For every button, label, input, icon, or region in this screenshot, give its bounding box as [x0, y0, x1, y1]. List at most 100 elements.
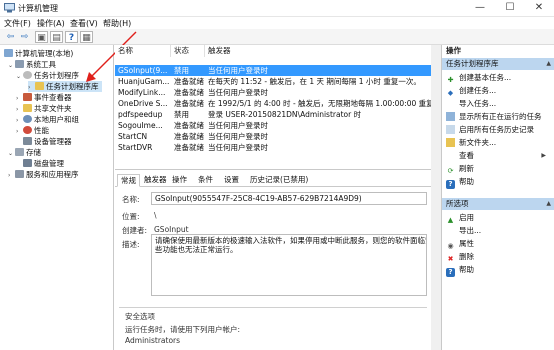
- computer-management-icon: [4, 3, 15, 13]
- collapse-up-icon[interactable]: ▲: [546, 198, 551, 210]
- help-icon[interactable]: ?: [65, 31, 78, 43]
- task-name: StartDVR: [118, 143, 153, 152]
- action-export[interactable]: 导出...: [446, 225, 554, 236]
- tree-node-task-library[interactable]: › 任务计划程序库: [28, 81, 102, 92]
- task-name: HuanjuGam...: [118, 77, 170, 86]
- table-row[interactable]: ModifyLink... 准备就绪 当任何用户登录时: [115, 87, 431, 98]
- action-label: 帮助: [459, 177, 474, 186]
- column-header-name[interactable]: 名称: [115, 45, 171, 57]
- tree-node-root[interactable]: 计算机管理(本地): [4, 48, 73, 59]
- action-label: 帮助: [459, 265, 474, 274]
- task-status: 准备就绪: [174, 88, 204, 97]
- action-import-task[interactable]: 导入任务...: [446, 98, 554, 109]
- menu-help[interactable]: 帮助(H): [103, 18, 131, 29]
- action-create-basic-task[interactable]: ✚ 创建基本任务...: [446, 72, 554, 84]
- name-label: 名称:: [122, 195, 140, 204]
- pane-scrollbar[interactable]: [431, 45, 441, 350]
- tree-node-local-users[interactable]: › 本地用户和组: [16, 114, 79, 125]
- actions-section-selected[interactable]: 所选项 ▲: [442, 198, 554, 210]
- tree-node-event-viewer[interactable]: › 事件查看器: [16, 92, 72, 103]
- action-enable[interactable]: ▲ 启用: [446, 212, 554, 224]
- users-icon: [23, 115, 32, 123]
- tree-node-system-tools[interactable]: ⌄ 系统工具: [8, 59, 56, 70]
- tab-general[interactable]: 常规: [117, 174, 140, 187]
- menu-view[interactable]: 查看(V): [70, 18, 98, 29]
- table-row[interactable]: StartCN 准备就绪 当任何用户登录时: [115, 131, 431, 142]
- task-status: 禁用: [174, 66, 189, 75]
- action-create-task[interactable]: ◆ 创建任务...: [446, 85, 554, 97]
- console-tree-icon[interactable]: ▣: [35, 31, 48, 43]
- tab-actions[interactable]: 操作: [169, 174, 190, 187]
- tree-node-services[interactable]: › 服务和应用程序: [8, 169, 79, 180]
- action-properties[interactable]: ◉ 属性: [446, 238, 554, 250]
- tree-node-shared-folders[interactable]: › 共享文件夹: [16, 103, 72, 114]
- tree-node-disk-management[interactable]: 磁盘管理: [23, 158, 64, 169]
- storage-icon: [15, 148, 24, 156]
- menu-file[interactable]: 文件(F): [4, 18, 31, 29]
- back-arrow-icon[interactable]: ⇦: [4, 31, 17, 43]
- table-row[interactable]: StartDVR 准备就绪 当任何用户登录时: [115, 142, 431, 153]
- forward-arrow-icon[interactable]: ⇨: [18, 31, 31, 43]
- tree-node-device-manager[interactable]: 设备管理器: [23, 136, 72, 147]
- import-icon: [446, 99, 455, 108]
- action-label: 删除: [459, 252, 474, 261]
- action-help[interactable]: ? 帮助: [446, 176, 554, 189]
- tree-node-storage[interactable]: ⌄ 存储: [8, 147, 41, 158]
- menu-action[interactable]: 操作(A): [37, 18, 65, 29]
- column-header-trigger[interactable]: 触发器: [205, 45, 431, 57]
- table-row[interactable]: HuanjuGam... 准备就绪 在每天的 11:52 - 触发后，在 1 天…: [115, 76, 431, 87]
- tab-settings[interactable]: 设置: [221, 174, 242, 187]
- collapse-icon[interactable]: ⌄: [16, 71, 23, 82]
- create-task-icon: ✚: [447, 76, 454, 84]
- table-row[interactable]: SogouIme... 准备就绪 当任何用户登录时: [115, 120, 431, 131]
- task-icon: ◆: [447, 89, 454, 97]
- action-show-running[interactable]: 显示所有正在运行的任务: [446, 111, 554, 122]
- security-options-title: 安全选项: [125, 312, 155, 321]
- action-refresh[interactable]: ⟳ 刷新: [446, 163, 554, 175]
- action-help-selected[interactable]: ? 帮助: [446, 264, 554, 277]
- actions-section-library[interactable]: 任务计划程序库 ▲: [442, 58, 554, 70]
- table-row[interactable]: pdfspeedup 禁用 登录 USER-20150821DN\Adminis…: [115, 109, 431, 120]
- collapse-icon[interactable]: ⌄: [8, 148, 15, 159]
- maximize-button[interactable]: ☐: [495, 0, 525, 17]
- table-row[interactable]: OneDrive S... 准备就绪 在 1992/5/1 的 4:00 时 -…: [115, 98, 431, 109]
- description-field[interactable]: 请确保使用最新版本的极速输入法软件，如果停用或中断此服务，则您的软件面临安全风险…: [151, 234, 427, 296]
- expand-icon[interactable]: ›: [16, 126, 23, 137]
- tab-triggers[interactable]: 触发器: [141, 174, 170, 187]
- minimize-button[interactable]: —: [465, 0, 495, 17]
- properties-icon[interactable]: ▤: [50, 31, 63, 43]
- tree-node-label: 存储: [26, 148, 41, 157]
- folder-icon: [35, 82, 44, 90]
- action-delete[interactable]: ✖ 删除: [446, 251, 554, 263]
- tab-history[interactable]: 历史记录(已禁用): [247, 174, 311, 187]
- tree-node-label: 性能: [34, 126, 49, 135]
- location-value: \: [154, 211, 157, 220]
- divider: [119, 307, 427, 308]
- actions-header: 操作: [442, 45, 554, 57]
- task-details-pane: 常规 触发器 操作 条件 设置 历史记录(已禁用) 名称: GSoInput(9…: [115, 171, 431, 350]
- tree-node-task-scheduler[interactable]: ⌄ 任务计划程序: [16, 70, 79, 81]
- console-tree: 计算机管理(本地) ⌄ 系统工具 ⌄ 任务计划程序 › 任务计划程序库 › 事件查看器 …: [0, 45, 114, 350]
- show-hide-icon[interactable]: ▦: [80, 31, 93, 43]
- location-label: 位置:: [122, 212, 140, 221]
- collapse-up-icon[interactable]: ▲: [546, 58, 551, 70]
- action-view[interactable]: 查看 ▶: [446, 150, 554, 161]
- collapse-icon[interactable]: ⌄: [8, 60, 15, 71]
- action-label: 启用: [459, 213, 474, 222]
- action-enable-history[interactable]: 启用所有任务历史记录: [446, 124, 554, 135]
- action-label: 查看: [459, 151, 474, 160]
- action-new-folder[interactable]: 新文件夹...: [446, 137, 554, 148]
- action-label: 属性: [459, 239, 474, 248]
- tree-node-performance[interactable]: › 性能: [16, 125, 49, 136]
- task-trigger: 当任何用户登录时: [208, 66, 268, 75]
- column-header-status[interactable]: 状态: [171, 45, 205, 57]
- tab-conditions[interactable]: 条件: [195, 174, 216, 187]
- details-tabs: 常规 触发器 操作 条件 设置 历史记录(已禁用): [115, 174, 431, 187]
- close-button[interactable]: ✕: [524, 0, 554, 17]
- name-field[interactable]: GSoInput(9055547F-25C8-4C19-AB57-629B721…: [151, 192, 427, 205]
- new-folder-icon: [446, 138, 455, 147]
- tree-node-label: 系统工具: [26, 60, 56, 69]
- expand-icon[interactable]: ›: [8, 170, 15, 181]
- table-row[interactable]: GSoInput(9... 禁用 当任何用户登录时: [115, 65, 431, 76]
- window-title: 计算机管理: [18, 4, 58, 13]
